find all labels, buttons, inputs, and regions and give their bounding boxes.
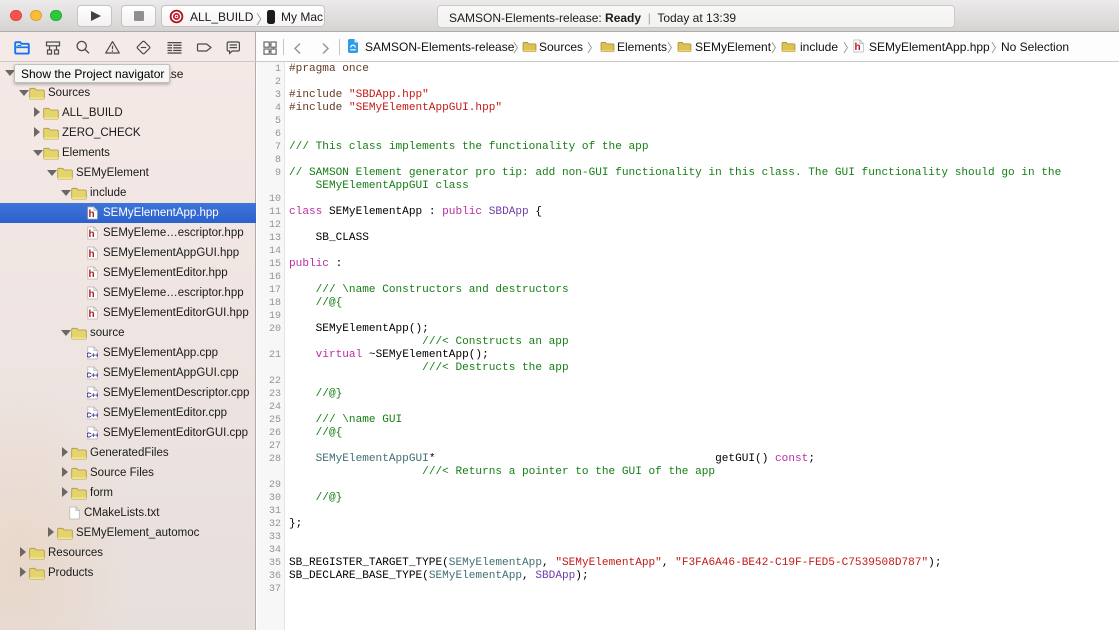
- svg-text:C++: C++: [87, 370, 98, 379]
- svg-text:C++: C++: [87, 410, 98, 419]
- svg-text:h: h: [89, 229, 95, 240]
- svg-text:C++: C++: [87, 350, 98, 359]
- svg-text:C++: C++: [87, 430, 98, 439]
- svg-text:h: h: [89, 269, 95, 280]
- svg-text:h: h: [855, 42, 861, 53]
- svg-text:h: h: [89, 209, 95, 220]
- svg-text:h: h: [89, 249, 95, 260]
- svg-text:h: h: [89, 289, 95, 300]
- svg-text:h: h: [89, 309, 95, 320]
- svg-text:C++: C++: [87, 390, 98, 399]
